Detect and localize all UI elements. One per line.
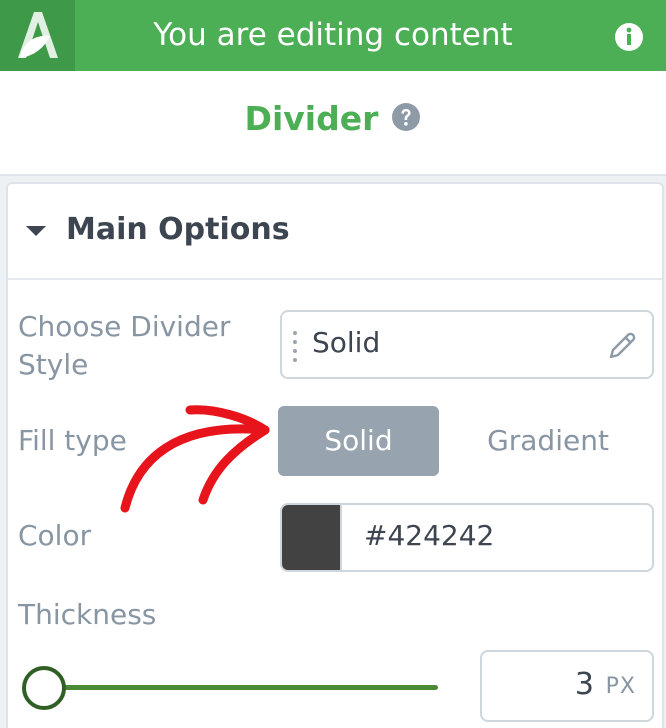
editing-header: You are editing content [0, 0, 666, 71]
editor-sidebar: You are editing content Divider Main Opt… [0, 0, 666, 728]
thickness-value: 3 [574, 667, 594, 702]
section-header-main-options[interactable]: Main Options [8, 184, 662, 280]
caret-down-icon [26, 226, 46, 236]
color-field[interactable]: #424242 [280, 503, 654, 572]
color-swatch[interactable] [282, 505, 342, 570]
help-icon[interactable] [391, 102, 421, 132]
block-title: Divider [244, 99, 379, 138]
slider-thumb[interactable] [22, 666, 66, 710]
divider-style-value: Solid [312, 326, 381, 359]
fill-type-label: Fill type [18, 424, 127, 457]
color-label: Color [18, 519, 92, 552]
editing-status-title: You are editing content [153, 17, 513, 53]
drag-handle-icon [293, 331, 297, 362]
thickness-label: Thickness [18, 598, 157, 631]
thickness-input[interactable]: 3 PX [480, 650, 654, 722]
pencil-icon[interactable] [606, 330, 638, 362]
color-hex-value: #424242 [364, 519, 495, 552]
block-titlebar: Divider [0, 71, 666, 176]
leaf-a-logo-icon [18, 12, 58, 58]
main-options-panel: Main Options Choose Divider Style Solid … [6, 182, 664, 728]
section-title: Main Options [66, 212, 290, 247]
fill-type-solid[interactable]: Solid [278, 406, 439, 476]
divider-style-select[interactable]: Solid [280, 310, 654, 379]
divider-style-label: Choose Divider Style [18, 310, 231, 381]
logo[interactable] [0, 0, 75, 71]
info-icon[interactable] [614, 22, 644, 52]
fill-type-gradient[interactable]: Gradient [463, 406, 633, 476]
thickness-slider[interactable] [18, 662, 438, 714]
thickness-unit: PX [605, 674, 636, 699]
slider-track[interactable] [38, 685, 438, 690]
